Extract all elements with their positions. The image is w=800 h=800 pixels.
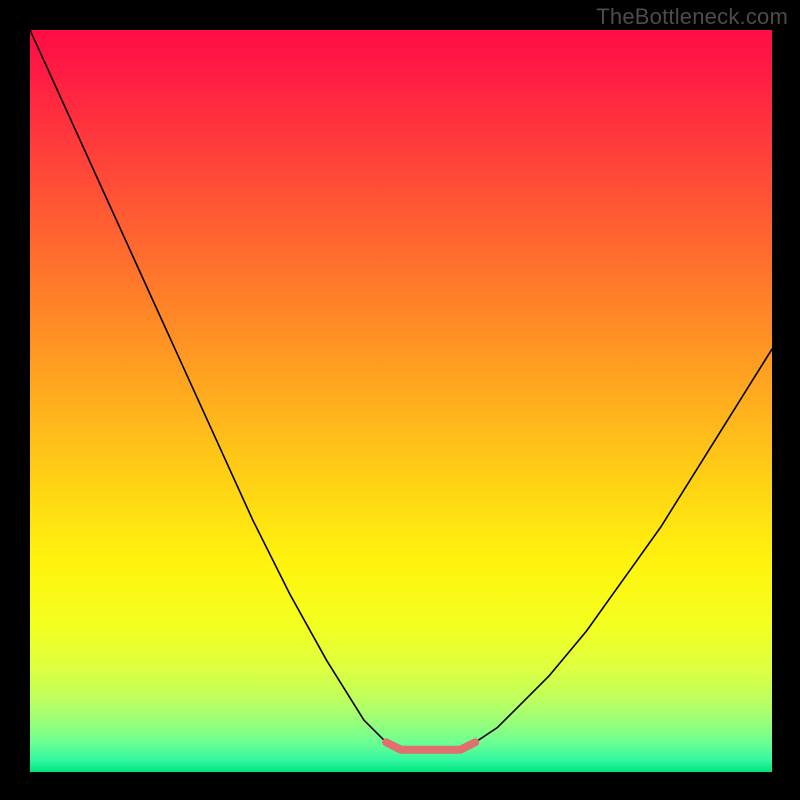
chart-svg [30, 30, 772, 772]
gradient-background [30, 30, 772, 772]
chart-frame: TheBottleneck.com [0, 0, 800, 800]
watermark-text: TheBottleneck.com [596, 4, 788, 30]
bottleneck-chart [30, 30, 772, 772]
